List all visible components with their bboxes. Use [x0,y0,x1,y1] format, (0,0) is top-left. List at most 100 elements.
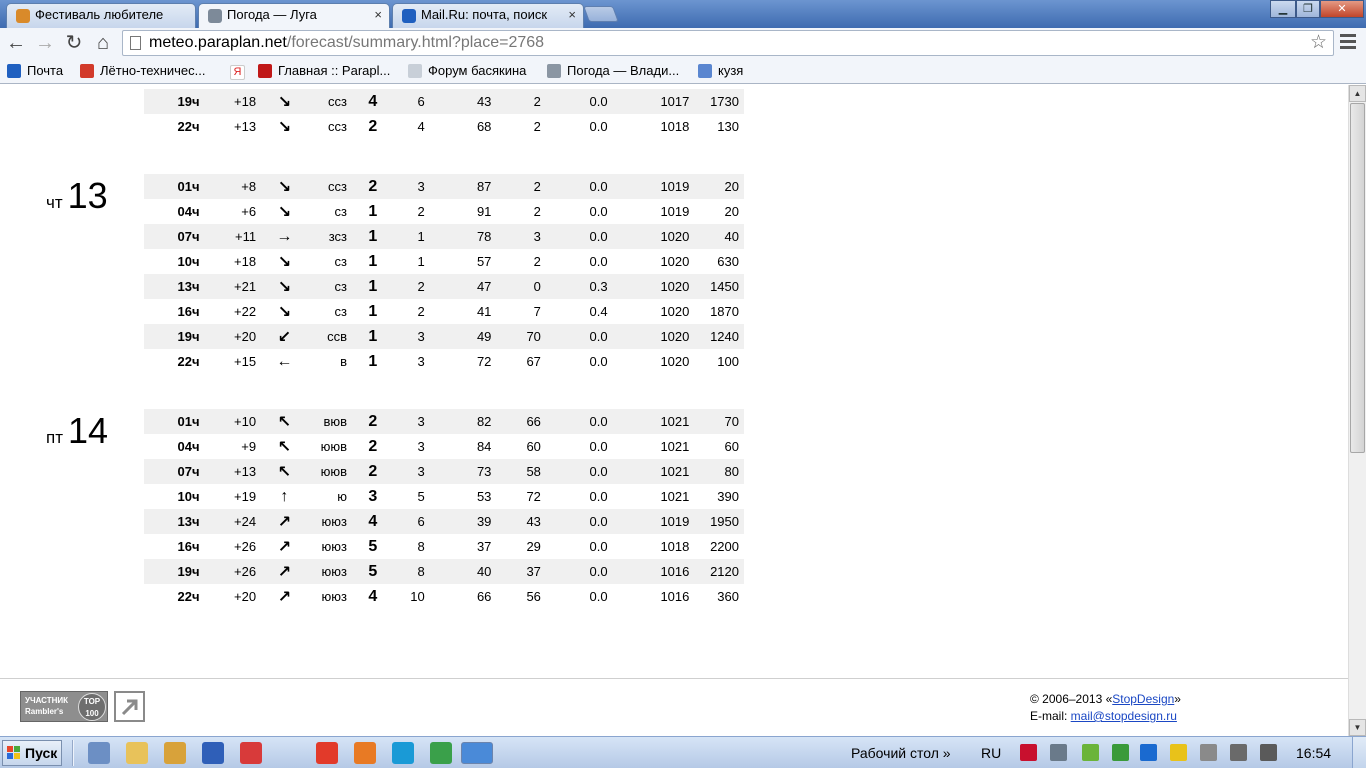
taskbar-app-icon[interactable] [430,742,452,764]
clock[interactable]: 16:54 [1296,745,1331,761]
taskbar-app-icon[interactable] [202,742,224,764]
window-close-button[interactable]: ✕ [1320,0,1364,18]
wind-arrow-icon: ↗ [277,513,292,531]
tray-icon[interactable] [1200,744,1217,761]
cell-cloud: 43 [491,509,541,534]
start-button[interactable]: Пуск [2,740,62,766]
cell-wind: 1 [347,324,378,349]
wind-direction-arrow-icon: ↘ [256,199,313,224]
bookmark-star-icon[interactable]: ☆ [1310,31,1327,55]
table-row: 22ч +13 ↘ ссз 2 4 68 2 0.0 1018 130 [144,114,744,139]
tab-weather-luga[interactable]: Погода — Луга × [198,3,390,28]
cell-cloud: 2 [533,254,541,269]
forward-button[interactable]: → [33,32,57,56]
wind-arrow-icon: ↘ [277,178,292,196]
reload-button[interactable]: ↻ [62,32,86,56]
cell-press: 1020 [660,304,690,319]
taskbar-app-icon[interactable] [126,742,148,764]
paraglider-icon [258,64,272,78]
wind-direction-arrow-icon: ↗ [256,584,313,609]
bookmark-kuzya[interactable]: кузя [698,63,743,78]
stopdesign-link[interactable]: StopDesign [1112,692,1174,706]
cell-press: 1019 [607,509,690,534]
maximize-button[interactable]: ❐ [1296,0,1320,18]
home-button[interactable]: ⌂ [91,32,115,56]
cell-hum: 41 [476,304,492,319]
cell-wind: 5 [368,537,378,555]
tab-mailru[interactable]: Mail.Ru: почта, поиск × [392,3,584,28]
cell-wind: 5 [347,559,378,584]
bookmark-letno[interactable]: Лётно-техничес... [80,63,206,78]
bookmark-yandex[interactable]: Я [230,63,245,80]
show-desktop-button[interactable] [1352,737,1366,768]
address-bar[interactable]: meteo.paraplan.net/forecast/summary.html… [122,30,1334,56]
tray-icon[interactable] [1230,744,1247,761]
bookmark-paraplan[interactable]: Главная :: Parapl... [258,63,390,78]
cell-dir: в [340,354,347,369]
cell-temp: +8 [199,174,257,199]
cell-press: 1019 [660,204,690,219]
bookmark-weather-vladi[interactable]: Погода — Влади... [547,63,679,78]
vertical-scrollbar[interactable]: ▲ ▼ [1348,85,1366,736]
table-row: 19ч +26 ↗ ююз 5 8 40 37 0.0 1016 2120 [144,559,744,584]
cell-wind: 4 [368,587,378,605]
scroll-up-arrow-icon[interactable]: ▲ [1349,85,1366,102]
chevron-right-icon[interactable]: » [943,745,951,761]
tray-icon[interactable] [1082,744,1099,761]
tray-icon[interactable] [1020,744,1037,761]
chrome-menu-icon[interactable] [1340,34,1356,50]
taskbar-app-icon[interactable] [354,742,376,764]
tab-close-icon[interactable]: × [374,7,382,22]
wind-direction-arrow-icon: ↗ [256,534,313,559]
cell-prec: 0.3 [540,274,608,299]
taskbar-app-icon[interactable] [392,742,414,764]
cell-dir: ююз [321,589,347,604]
desktop-toolbar[interactable]: Рабочий стол » [851,745,951,761]
cell-alt: 130 [717,119,739,134]
day-number: 13 [67,175,108,216]
cell-cloud: 37 [491,559,541,584]
bookmark-pochta[interactable]: Почта [7,63,63,78]
cell-press: 1021 [607,459,690,484]
new-tab-button[interactable] [583,6,619,22]
cell-gust: 4 [417,119,425,134]
taskbar-app-icon[interactable] [461,742,493,764]
scroll-down-arrow-icon[interactable]: ▼ [1349,719,1366,736]
cell-cloud: 60 [526,439,541,454]
wind-arrow-icon: ↖ [277,438,292,456]
tray-icon[interactable] [1140,744,1157,761]
taskbar-app-icon[interactable] [316,742,338,764]
taskbar-app-icon[interactable] [164,742,186,764]
rambler-line2: Rambler's [25,707,64,716]
back-button[interactable]: ← [4,32,28,56]
cell-dir: сз [334,204,347,219]
rambler-top100-badge[interactable]: УЧАСТНИК Rambler's TOP 100 [20,691,108,722]
day-of-week: чт [46,193,63,212]
tray-icon[interactable] [1050,744,1067,761]
minimize-button[interactable]: ▁ [1270,0,1296,18]
cell-prec: 0.0 [540,89,608,114]
cell-press: 1017 [607,89,690,114]
cell-prec: 0.0 [589,204,608,219]
taskbar-app-icon[interactable] [88,742,110,764]
tab-close-icon[interactable]: × [568,7,576,22]
cell-wind: 2 [347,459,378,484]
tray-icon[interactable] [1260,744,1277,761]
tray-icon[interactable] [1112,744,1129,761]
external-link-icon[interactable] [114,691,145,722]
cell-gust: 2 [417,204,425,219]
scroll-thumb[interactable] [1350,103,1365,453]
wind-arrow-icon: ↗ [277,563,292,581]
tray-icon[interactable] [1170,744,1187,761]
email-link[interactable]: mail@stopdesign.ru [1071,709,1177,723]
cell-cloud: 3 [491,224,541,249]
cell-gust: 3 [377,409,425,434]
windows-taskbar: Пуск Рабочий стол » RU 16:54 [0,736,1366,768]
language-indicator[interactable]: RU [981,745,1001,761]
taskbar-app-icon[interactable] [240,742,262,764]
cloud-icon [208,9,222,23]
bookmark-forum[interactable]: Форум басякина [408,63,526,78]
cell-prec: 0.0 [589,354,608,369]
tab-festival[interactable]: Фестиваль любителе [6,3,196,28]
cell-dir: ссз [328,119,347,134]
